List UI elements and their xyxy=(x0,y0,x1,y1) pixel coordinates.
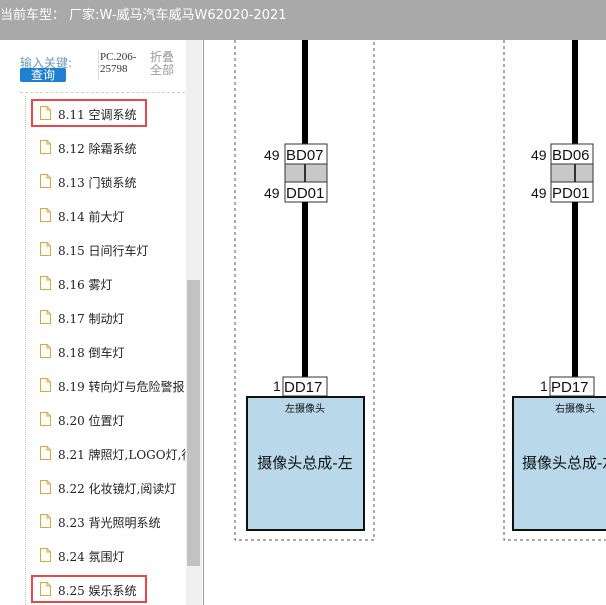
tree-item-label: 8.18 倒车灯 xyxy=(58,346,125,360)
document-icon xyxy=(40,208,51,222)
tree-item-door-lock[interactable]: 8.13 门锁系统 xyxy=(0,166,186,200)
component-caption: 左摄像头 xyxy=(285,402,325,415)
diagram-canvas: 49 BD07 49 DD01 1 DD17 左摄像头 摄像头总成-左 49 B… xyxy=(234,40,606,541)
connector-label: DD17 xyxy=(284,379,322,396)
tree-item-label: 8.19 转向灯与危险警报 xyxy=(58,380,185,394)
tree-item-label: 8.12 除霜系统 xyxy=(58,142,137,156)
tree-item-label: 8.17 制动灯 xyxy=(58,312,125,326)
window-title: 当前车型： 厂家:W-威马汽车威马W62020-2021 xyxy=(0,8,287,23)
tree-item-label: 8.22 化妆镜灯,阅读灯 xyxy=(58,482,177,496)
document-icon xyxy=(40,276,51,290)
pin-label: 49 xyxy=(531,147,547,163)
tree-item-license-lamp[interactable]: 8.21 牌照灯,LOGO灯,行 xyxy=(0,438,186,472)
tree-item-turn-hazard[interactable]: 8.19 转向灯与危险警报 xyxy=(0,370,186,404)
document-icon xyxy=(40,310,51,324)
component-name: 摄像头总成-左 xyxy=(522,454,606,472)
tree-item-aircon[interactable]: 8.11 空调系统 xyxy=(0,98,186,132)
wiring-diagram[interactable]: 49 BD07 49 DD01 1 DD17 左摄像头 摄像头总成-左 49 B… xyxy=(203,40,606,605)
pin-label: 1 xyxy=(540,378,548,394)
pin-label: 49 xyxy=(264,147,280,163)
scrollbar-thumb[interactable] xyxy=(187,280,200,566)
document-icon xyxy=(40,140,51,154)
connector-label: DD01 xyxy=(286,185,324,202)
tree-item-ambient-lamp[interactable]: 8.24 氛围灯 xyxy=(0,540,186,574)
sidebar-scrollbar[interactable] xyxy=(186,40,202,605)
document-icon xyxy=(40,446,51,460)
document-icon xyxy=(40,582,51,596)
document-icon xyxy=(40,480,51,494)
tree-item-label: 8.11 空调系统 xyxy=(58,108,137,122)
document-icon xyxy=(40,412,51,426)
pin-label: 49 xyxy=(264,185,280,201)
document-icon xyxy=(40,378,51,392)
tree-item-entertainment[interactable]: 8.25 娱乐系统 xyxy=(0,574,186,605)
search-button[interactable]: 查询 xyxy=(20,68,66,82)
chapter-tree: 8.11 空调系统 8.12 除霜系统 8.13 门锁系统 8.14 前大灯 8… xyxy=(0,98,186,605)
document-icon xyxy=(40,174,51,188)
divider xyxy=(20,92,185,93)
component-name: 摄像头总成-左 xyxy=(257,454,352,472)
tree-item-label: 8.20 位置灯 xyxy=(58,414,125,428)
pin-label: 49 xyxy=(531,185,547,201)
separator xyxy=(98,50,99,80)
tree-item-brake-lamp[interactable]: 8.17 制动灯 xyxy=(0,302,186,336)
tree-item-defrost[interactable]: 8.12 除霜系统 xyxy=(0,132,186,166)
title-bar: 当前车型： 厂家:W-威马汽车威马W62020-2021 xyxy=(0,0,606,40)
connector-label: BD06 xyxy=(552,147,590,164)
fold-all-button[interactable]: 折叠全部 xyxy=(150,51,176,77)
tree-item-label: 8.14 前大灯 xyxy=(58,210,125,224)
pin-label: 1 xyxy=(273,378,281,394)
tree-item-label: 8.16 雾灯 xyxy=(58,278,113,292)
tree-item-label: 8.21 牌照灯,LOGO灯,行 xyxy=(58,448,186,462)
tree-item-position-lamp[interactable]: 8.20 位置灯 xyxy=(0,404,186,438)
pc-code-label: PC.206-25798 xyxy=(100,51,137,75)
document-icon xyxy=(40,106,51,120)
document-icon xyxy=(40,242,51,256)
document-icon xyxy=(40,548,51,562)
tree-item-label: 8.24 氛围灯 xyxy=(58,550,125,564)
document-icon xyxy=(40,344,51,358)
tree-item-fog-lamp[interactable]: 8.16 雾灯 xyxy=(0,268,186,302)
sidebar: 输入关键: 查询 PC.206-25798 折叠全部 8.11 空调系统 8.1… xyxy=(0,40,203,605)
tree-item-label: 8.25 娱乐系统 xyxy=(58,584,137,598)
tree-item-headlamp[interactable]: 8.14 前大灯 xyxy=(0,200,186,234)
tree-item-vanity-reading-lamp[interactable]: 8.22 化妆镜灯,阅读灯 xyxy=(0,472,186,506)
connector-label: BD07 xyxy=(286,147,324,164)
tree-item-reverse-lamp[interactable]: 8.18 倒车灯 xyxy=(0,336,186,370)
tree-item-drl[interactable]: 8.15 日间行车灯 xyxy=(0,234,186,268)
tree-item-label: 8.13 门锁系统 xyxy=(58,176,137,190)
connector-label: PD17 xyxy=(551,379,589,396)
component-caption: 右摄像头 xyxy=(555,402,595,415)
connector-label: PD01 xyxy=(552,185,590,202)
tree-item-backlight[interactable]: 8.23 背光照明系统 xyxy=(0,506,186,540)
tree-item-label: 8.23 背光照明系统 xyxy=(58,516,161,530)
connector-junction xyxy=(550,163,594,183)
tree-item-label: 8.15 日间行车灯 xyxy=(58,244,149,258)
document-icon xyxy=(40,514,51,528)
